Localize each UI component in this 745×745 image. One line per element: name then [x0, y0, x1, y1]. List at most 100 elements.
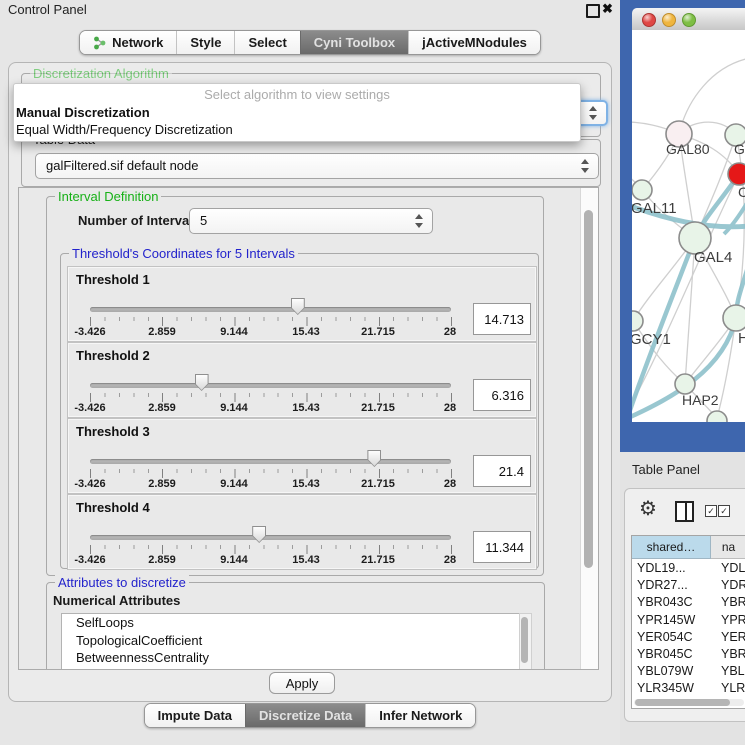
popup-option-manual-discretization[interactable]: Manual Discretization [16, 105, 150, 120]
network-node-h[interactable] [723, 305, 745, 331]
tab-select[interactable]: Select [234, 31, 299, 54]
tab-network[interactable]: Network [80, 31, 176, 54]
threshold-value-field[interactable] [473, 455, 531, 487]
slider-ticks [90, 545, 452, 555]
columns-icon[interactable] [675, 501, 694, 522]
column-header-shared-name[interactable]: shared… [632, 536, 711, 559]
tick-label: 2.859 [148, 326, 176, 338]
bottom-tab-bar: Impute Data Discretize Data Infer Networ… [0, 703, 620, 728]
numerical-attributes-label: Numerical Attributes [53, 593, 180, 608]
slider-ticks [90, 393, 452, 403]
slider-ticks [90, 469, 452, 479]
table-horizontal-scrollbar[interactable] [634, 699, 744, 706]
slider-ticks [90, 317, 452, 327]
tab-discretize-data[interactable]: Discretize Data [245, 704, 365, 727]
apply-button[interactable]: Apply [269, 672, 335, 694]
tab-cyni-toolbox[interactable]: Cyni Toolbox [300, 31, 408, 54]
tab-infer-network[interactable]: Infer Network [365, 704, 475, 727]
list-item[interactable]: TopologicalCoefficient [62, 632, 519, 650]
tick-label: 15.43 [292, 326, 320, 338]
table-row[interactable]: YER054CYER0 [632, 629, 745, 646]
tick-label: 9.144 [220, 478, 248, 490]
checkbox-icon[interactable]: ✓ [705, 505, 717, 517]
gear-icon[interactable]: ⚙ [639, 496, 657, 521]
discretization-algorithm-label: Discretization Algorithm [30, 66, 172, 81]
tick-label: 15.43 [292, 554, 320, 566]
close-icon[interactable]: ✖ [602, 1, 613, 17]
list-item[interactable]: SelfLoops [62, 614, 519, 632]
tab-jactivemnodules[interactable]: jActiveMNodules [408, 31, 540, 54]
network-node-hap2[interactable] [675, 374, 695, 394]
tick-label: 9.144 [220, 402, 248, 414]
table-data-combobox[interactable]: galFiltered.sif default node [35, 153, 599, 179]
node-label: GAL11 [632, 200, 677, 217]
combo-stepper-icon [580, 159, 589, 173]
table-row[interactable]: YLR345WYLR3 [632, 680, 745, 697]
slider-thumb[interactable] [291, 298, 305, 315]
checkbox-icon[interactable]: ✓ [718, 505, 730, 517]
combo-stepper-icon [414, 214, 423, 228]
network-node-gal11[interactable] [632, 180, 652, 200]
scrollbar-thumb[interactable] [635, 699, 730, 706]
node-label: GAL80 [666, 141, 710, 157]
slider-track[interactable] [90, 535, 451, 540]
scrollbar-thumb[interactable] [584, 210, 593, 568]
network-view-frame: GAL80 GA C GAL11 GAL4 GCY1 H HAP2 [620, 0, 745, 452]
slider-thumb[interactable] [195, 374, 209, 391]
slider-thumb[interactable] [367, 450, 381, 467]
attributes-group: Attributes to discretize Numerical Attri… [46, 582, 545, 670]
table-panel-title: Table Panel [632, 462, 700, 477]
thresholds-group: Threshold's Coordinates for 5 Intervals … [60, 253, 539, 569]
number-of-intervals-combobox[interactable]: 5 [189, 208, 433, 234]
tab-style[interactable]: Style [176, 31, 234, 54]
network-window-titlebar[interactable] [632, 8, 745, 31]
tick-label: 28 [444, 478, 456, 490]
network-node-red[interactable] [728, 163, 745, 185]
slider-track[interactable] [90, 459, 451, 464]
right-panel: GAL80 GA C GAL11 GAL4 GCY1 H HAP2 Table … [620, 0, 745, 745]
table-panel: ⚙ ✓ ✓ shared… na YDL19...YDL1 YDR27...YD… [624, 488, 745, 722]
tick-label: 2.859 [148, 402, 176, 414]
table-row[interactable]: YDR27...YDR2 [632, 577, 745, 594]
threshold-value-field[interactable] [473, 531, 531, 563]
table-row[interactable]: YBL079WYBL0 [632, 663, 745, 680]
threshold-label: Threshold 4 [76, 500, 150, 515]
minimize-traffic-light-icon[interactable] [662, 13, 676, 27]
list-item[interactable]: BetweennessCentrality [62, 649, 519, 667]
tab-label: Network [112, 35, 163, 50]
threshold-value-field[interactable] [473, 303, 531, 335]
numerical-attributes-list[interactable]: SelfLoops TopologicalCoefficient Between… [61, 613, 520, 670]
screen: Control Panel ✖ Network Style Sel [0, 0, 745, 745]
table-row[interactable]: YBR043CYBR0 [632, 594, 745, 611]
algorithm-popup: Select algorithm to view settings Manual… [13, 83, 581, 142]
table-row[interactable]: YPR145WYPR1 [632, 612, 745, 629]
close-traffic-light-icon[interactable] [642, 13, 656, 27]
network-node-gcy1[interactable] [632, 311, 643, 331]
zoom-traffic-light-icon[interactable] [682, 13, 696, 27]
tick-label: 21.715 [361, 554, 395, 566]
attributes-group-label: Attributes to discretize [55, 575, 189, 590]
slider-track[interactable] [90, 383, 451, 388]
attributes-list-scrollbar[interactable] [519, 613, 532, 670]
table-row[interactable]: YDL19...YDL1 [632, 560, 745, 577]
network-node-corner[interactable] [707, 411, 727, 422]
table-row[interactable]: YBR045CYBR0 [632, 646, 745, 663]
threshold-2-panel: Threshold 2 -3.426 2.859 9.144 15.43 21.… [67, 342, 537, 418]
slider-thumb[interactable] [252, 526, 266, 543]
tick-label: 28 [444, 554, 456, 566]
float-window-icon[interactable] [586, 4, 600, 18]
threshold-label: Threshold 3 [76, 424, 150, 439]
tab-impute-data[interactable]: Impute Data [145, 704, 245, 727]
threshold-value-field[interactable] [473, 379, 531, 411]
tick-label: -3.426 [74, 478, 105, 490]
slider-track[interactable] [90, 307, 451, 312]
table-header-row: shared… na [632, 536, 745, 559]
table-row[interactable]: YIL052CYIL0 [632, 698, 745, 699]
tick-label: 2.859 [148, 554, 176, 566]
network-canvas[interactable]: GAL80 GA C GAL11 GAL4 GCY1 H HAP2 [632, 30, 745, 422]
settings-vertical-scrollbar[interactable] [580, 188, 598, 669]
popup-option-equal-width-frequency[interactable]: Equal Width/Frequency Discretization [16, 122, 233, 137]
number-of-intervals-label: Number of Intervals [78, 213, 200, 228]
threshold-label: Threshold 1 [76, 272, 150, 287]
column-header-name[interactable]: na [711, 536, 745, 559]
